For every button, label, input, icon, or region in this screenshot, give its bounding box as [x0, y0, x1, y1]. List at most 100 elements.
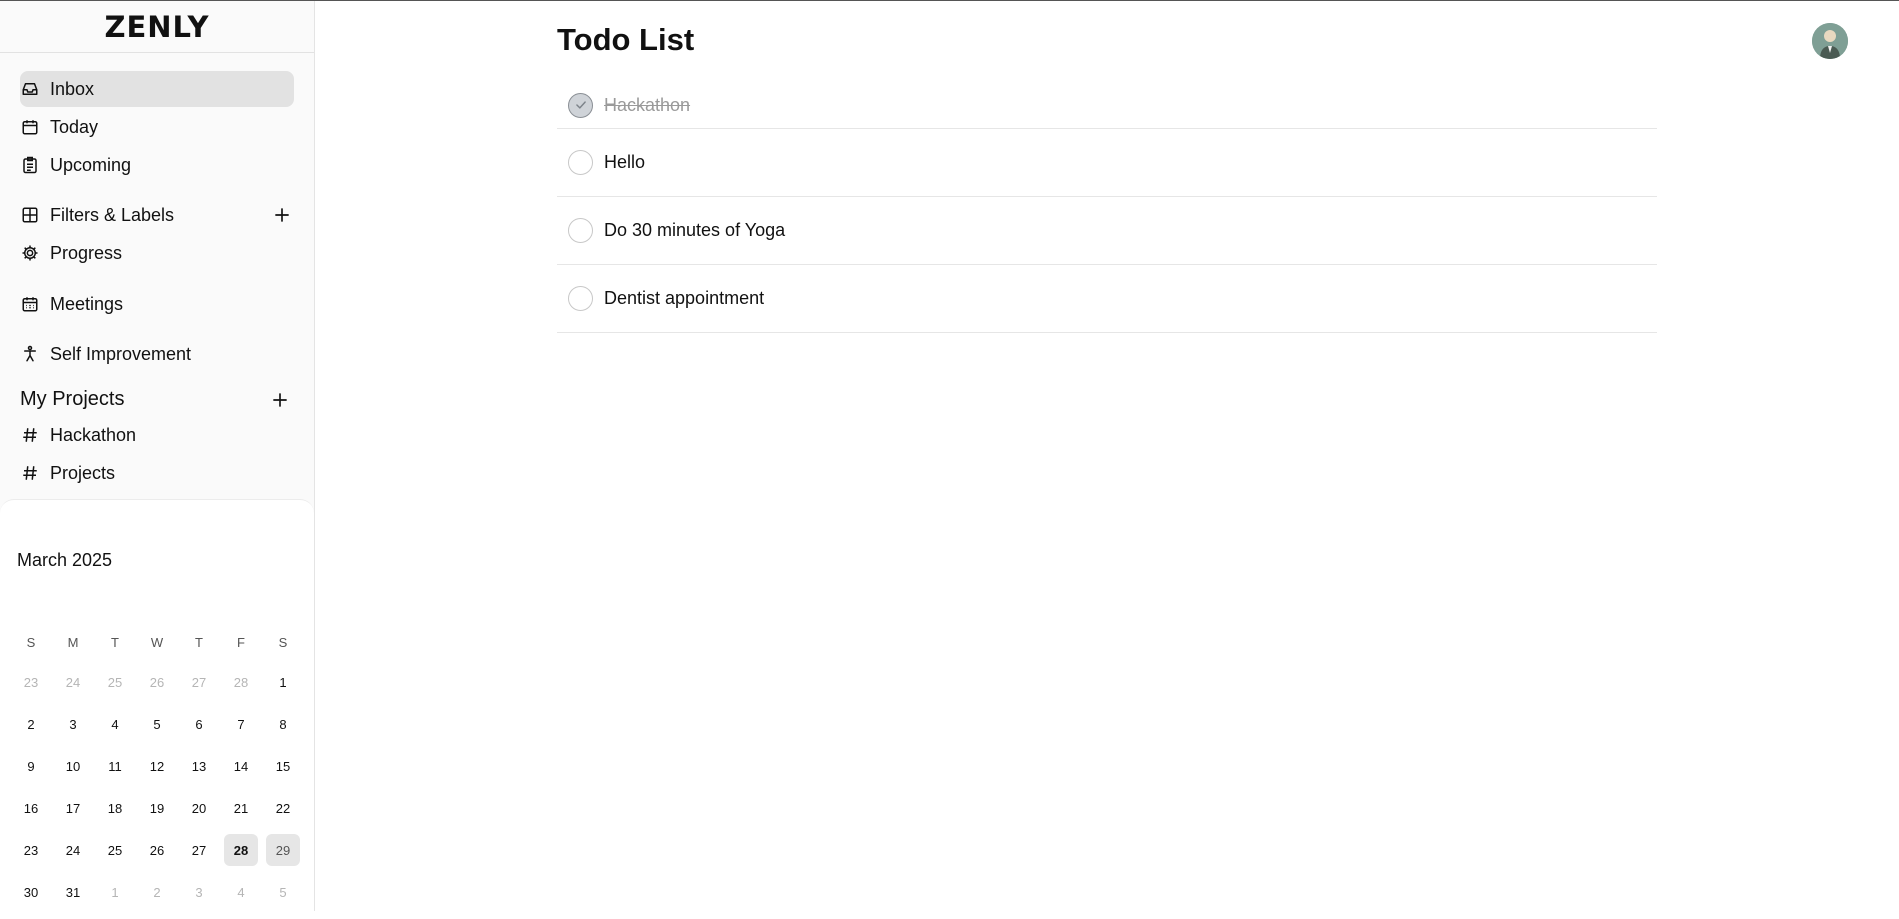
sidebar-item-filters-labels[interactable]: Filters & Labels	[20, 197, 294, 233]
sidebar-item-progress[interactable]: Progress	[20, 235, 294, 271]
calendar-day[interactable]: 1	[98, 876, 132, 908]
sidebar-item-label: Projects	[50, 462, 116, 483]
calendar-day[interactable]: 5	[266, 876, 300, 908]
weekday-label: F	[237, 635, 245, 650]
calendar-day[interactable]: 11	[98, 750, 132, 782]
sidebar-item-projects[interactable]: Projects	[20, 455, 294, 491]
todo-text: Hackathon	[604, 94, 691, 115]
mini-calendar: March 2025 S M T W T F S 23 24 25 26 27 …	[0, 499, 314, 919]
todo-list: Hackathon Hello Do 30 minutes of Yoga De…	[557, 82, 1657, 333]
inbox-icon	[20, 79, 40, 99]
sidebar-item-hackathon[interactable]: Hackathon	[20, 417, 294, 453]
calendar-day[interactable]: 20	[182, 792, 216, 824]
calendar-grid: S M T W T F S 23 24 25 26 27 28 1 2 3 4	[10, 630, 304, 908]
calendar-day[interactable]: 26	[140, 834, 174, 866]
calendar-day[interactable]: 4	[98, 708, 132, 740]
add-filter-button[interactable]	[270, 203, 294, 227]
calendar-day[interactable]: 27	[182, 666, 216, 698]
sidebar-item-inbox[interactable]: Inbox	[20, 71, 294, 107]
calendar-day[interactable]: 23	[14, 834, 48, 866]
sidebar-item-label: Upcoming	[50, 154, 132, 175]
app-logo: ZENLY	[104, 9, 210, 44]
todo-checkbox-checked[interactable]	[568, 92, 593, 118]
sidebar-item-meetings[interactable]: Meetings	[20, 286, 294, 322]
sidebar-item-upcoming[interactable]: Upcoming	[20, 147, 294, 183]
calendar-day[interactable]: 18	[98, 792, 132, 824]
todo-checkbox[interactable]	[568, 286, 593, 311]
todo-checkbox[interactable]	[568, 218, 593, 243]
todo-checkbox[interactable]	[568, 150, 593, 175]
calendar-day-today[interactable]: 28	[224, 834, 258, 866]
todo-item[interactable]: Hackathon	[557, 82, 1657, 129]
todo-text: Hello	[604, 152, 646, 172]
calendar-day[interactable]: 1	[266, 666, 300, 698]
hash-icon	[20, 463, 40, 483]
calendar-day[interactable]: 25	[98, 666, 132, 698]
todo-text: Dentist appointment	[604, 288, 765, 308]
calendar-day[interactable]: 4	[224, 876, 258, 908]
calendar-week: 16 17 18 19 20 21 22	[10, 792, 304, 824]
calendar-day[interactable]: 22	[266, 792, 300, 824]
calendar-week: 2 3 4 5 6 7 8	[10, 708, 304, 740]
calendar-day[interactable]: 19	[140, 792, 174, 824]
calendar-day[interactable]: 12	[140, 750, 174, 782]
calendar-day[interactable]: 10	[56, 750, 90, 782]
calendar-day[interactable]: 25	[98, 834, 132, 866]
logo-bar: ZENLY	[0, 1, 314, 53]
calendar-week: 30 31 1 2 3 4 5	[10, 876, 304, 908]
sidebar-item-self-improvement[interactable]: Self Improvement	[20, 336, 294, 372]
person-icon	[20, 344, 40, 364]
calendar-weekday-header: S M T W T F S	[10, 630, 304, 656]
hash-icon	[20, 425, 40, 445]
gear-icon	[20, 243, 40, 263]
user-avatar[interactable]	[1812, 23, 1848, 59]
sidebar-item-label: Today	[50, 116, 99, 137]
calendar-day[interactable]: 3	[56, 708, 90, 740]
calendar-day[interactable]: 8	[266, 708, 300, 740]
calendar-day[interactable]: 27	[182, 834, 216, 866]
sidebar-item-label: Self Improvement	[50, 343, 192, 364]
todo-item[interactable]: Do 30 minutes of Yoga	[557, 197, 1657, 265]
calendar-day[interactable]: 6	[182, 708, 216, 740]
calendar-day[interactable]: 14	[224, 750, 258, 782]
sidebar-item-label: Filters & Labels	[50, 204, 175, 225]
my-projects-heading: My Projects	[20, 388, 125, 410]
weekday-label: S	[26, 635, 36, 650]
calendar-grid-icon	[20, 294, 40, 314]
calendar-day[interactable]: 24	[56, 666, 90, 698]
weekday-label: W	[150, 635, 164, 650]
sidebar-item-today[interactable]: Today	[20, 109, 294, 145]
weekday-label: S	[278, 635, 288, 650]
calendar-day[interactable]: 3	[182, 876, 216, 908]
calendar-day[interactable]: 17	[56, 792, 90, 824]
calendar-day[interactable]: 13	[182, 750, 216, 782]
calendar-day[interactable]: 15	[266, 750, 300, 782]
calendar-day[interactable]: 7	[224, 708, 258, 740]
weekday-label: T	[111, 635, 119, 650]
add-project-button[interactable]	[268, 388, 292, 412]
calendar-day[interactable]: 28	[224, 666, 258, 698]
sidebar-item-label: Progress	[50, 242, 123, 263]
calendar-week: 9 10 11 12 13 14 15	[10, 750, 304, 782]
calendar-day[interactable]: 26	[140, 666, 174, 698]
calendar-day[interactable]: 5	[140, 708, 174, 740]
calendar-day[interactable]: 23	[14, 666, 48, 698]
grid-icon	[20, 205, 40, 225]
sidebar: ZENLY Inbox Today Upcoming Filters & Lab…	[0, 1, 315, 919]
weekday-label: T	[195, 635, 203, 650]
sidebar-item-label: Hackathon	[50, 424, 137, 445]
todo-item[interactable]: Hello	[557, 129, 1657, 197]
calendar-day[interactable]: 16	[14, 792, 48, 824]
calendar-icon	[20, 117, 40, 137]
calendar-day[interactable]: 30	[14, 876, 48, 908]
sidebar-item-label: Meetings	[50, 293, 124, 314]
calendar-day[interactable]: 9	[14, 750, 48, 782]
calendar-day[interactable]: 24	[56, 834, 90, 866]
calendar-day[interactable]: 2	[140, 876, 174, 908]
calendar-day-selected[interactable]: 29	[266, 834, 300, 866]
calendar-day[interactable]: 21	[224, 792, 258, 824]
sidebar-item-label: Inbox	[50, 78, 95, 99]
calendar-day[interactable]: 2	[14, 708, 48, 740]
calendar-day[interactable]: 31	[56, 876, 90, 908]
todo-item[interactable]: Dentist appointment	[557, 265, 1657, 333]
